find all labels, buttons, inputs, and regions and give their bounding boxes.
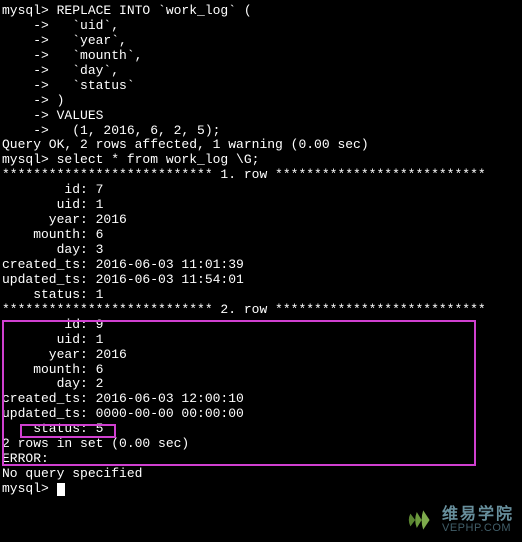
terminal-line: -> )	[2, 94, 522, 109]
terminal-line: 2 rows in set (0.00 sec)	[2, 437, 522, 452]
terminal-line: mounth: 6	[2, 363, 522, 378]
terminal-line: updated_ts: 0000-00-00 00:00:00	[2, 407, 522, 422]
terminal-line: Query OK, 2 rows affected, 1 warning (0.…	[2, 138, 522, 153]
terminal-line: -> `year`,	[2, 34, 522, 49]
terminal-line: created_ts: 2016-06-03 11:01:39	[2, 258, 522, 273]
error-message: No query specified	[2, 467, 522, 482]
prompt: mysql>	[2, 481, 57, 496]
terminal-line: -> VALUES	[2, 109, 522, 124]
prompt-line[interactable]: mysql>	[2, 482, 522, 497]
terminal-line: mysql> REPLACE INTO `work_log` (	[2, 4, 522, 19]
terminal-line: -> (1, 2016, 6, 2, 5);	[2, 124, 522, 139]
watermark-title: 维易学院	[442, 507, 514, 523]
terminal-output[interactable]: mysql> REPLACE INTO `work_log` ( -> `uid…	[2, 4, 522, 497]
terminal-line: mounth: 6	[2, 228, 522, 243]
terminal-line: -> `mounth`,	[2, 49, 522, 64]
terminal-line: id: 7	[2, 183, 522, 198]
terminal-line: created_ts: 2016-06-03 12:00:10	[2, 392, 522, 407]
terminal-line: day: 3	[2, 243, 522, 258]
terminal-line: year: 2016	[2, 348, 522, 363]
terminal-line: mysql> select * from work_log \G;	[2, 153, 522, 168]
terminal-line: day: 2	[2, 377, 522, 392]
terminal-line: year: 2016	[2, 213, 522, 228]
watermark-url: VEPHP.COM	[442, 523, 514, 534]
error-line: ERROR:	[2, 452, 522, 467]
terminal-line: updated_ts: 2016-06-03 11:54:01	[2, 273, 522, 288]
terminal-line: uid: 1	[2, 198, 522, 213]
terminal-line: -> `status`	[2, 79, 522, 94]
row-separator: *************************** 1. row *****…	[2, 168, 522, 183]
watermark-logo-icon	[404, 504, 436, 536]
cursor-icon	[57, 483, 65, 496]
terminal-line: -> `day`,	[2, 64, 522, 79]
terminal-line: -> `uid`,	[2, 19, 522, 34]
row-separator: *************************** 2. row *****…	[2, 303, 522, 318]
terminal-line: uid: 1	[2, 333, 522, 348]
terminal-line: status: 1	[2, 288, 522, 303]
terminal-line: id: 9	[2, 318, 522, 333]
watermark: 维易学院 VEPHP.COM	[404, 504, 514, 536]
terminal-line: status: 5	[2, 422, 522, 437]
